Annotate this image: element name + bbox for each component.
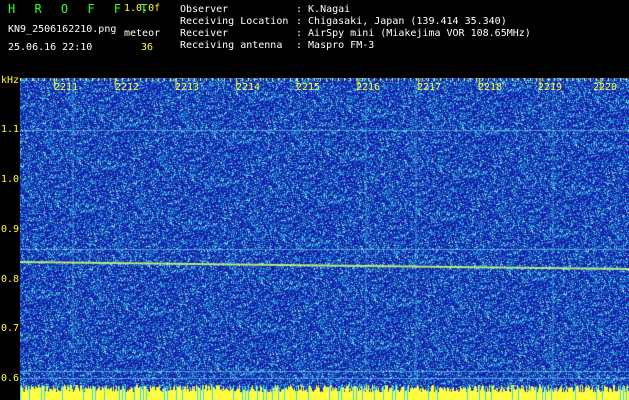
x-tick-label: 2211 — [54, 82, 79, 93]
location-value: : Chigasaki, Japan (139.414 35.340) — [296, 16, 507, 27]
y-tick-5: 0.7 — [0, 323, 19, 334]
y-tick-6: 0.6 — [0, 373, 19, 384]
y-tick-4: 0.8 — [0, 274, 19, 285]
filename-label: KN9_2506162210.png — [8, 24, 117, 35]
timestamp-label: 25.06.16 22:10 — [8, 42, 93, 53]
x-tick-label: 2219 — [538, 82, 563, 93]
x-tick-label: 2214 — [236, 82, 261, 93]
x-tick-label: 2218 — [478, 82, 503, 93]
meteor-count: 36 — [141, 42, 154, 53]
antenna-label: Receiving antenna — [180, 40, 283, 51]
y-axis-unit: kHz — [1, 75, 20, 86]
x-tick-label: 2212 — [115, 82, 140, 93]
y-tick-3: 0.9 — [0, 224, 19, 235]
observer-value: : K.Nagai — [296, 4, 351, 15]
y-tick-2: 1.0 — [0, 174, 19, 185]
y-tick-1: 1.1 — [0, 124, 19, 135]
receiver-value: : AirSpy mini (Miakejima VOR 108.65MHz) — [296, 28, 531, 39]
x-tick-label: 2215 — [296, 82, 321, 93]
antenna-value: : Maspro FM-3 — [296, 40, 375, 51]
version-label: 1.0.0f — [124, 3, 161, 14]
header-panel: H R O F F T 1.0.0f KN9_2506162210.png me… — [0, 0, 629, 78]
x-tick-label: 2220 — [593, 82, 618, 93]
x-tick-label: 2216 — [356, 82, 381, 93]
spectrogram-canvas — [20, 78, 629, 400]
x-tick-label: 2217 — [417, 82, 442, 93]
receiver-label: Receiver — [180, 28, 229, 39]
observer-label: Observer — [180, 4, 229, 15]
spectrogram-plot — [20, 78, 629, 400]
meteor-label: meteor — [124, 28, 161, 39]
x-tick-label: 2213 — [175, 82, 200, 93]
location-label: Receiving Location — [180, 16, 289, 27]
